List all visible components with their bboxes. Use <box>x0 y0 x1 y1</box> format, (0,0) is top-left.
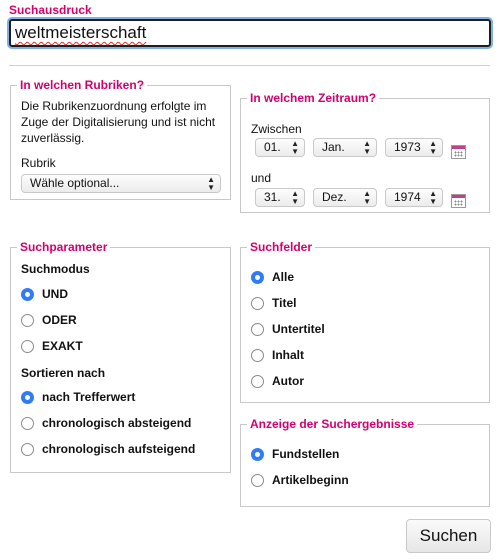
calendar-icon[interactable] <box>451 194 466 208</box>
radio-button[interactable] <box>251 375 264 388</box>
suchfeld-option-label: Untertitel <box>272 322 325 336</box>
to-day-select[interactable]: 31. ▲ ▼ <box>255 188 305 207</box>
rubriken-info-line3: zuverlässig. <box>21 131 85 145</box>
from-day-select[interactable]: 01. ▲ ▼ <box>255 138 305 157</box>
calendar-icon[interactable] <box>451 145 466 159</box>
select-arrows-icon: ▲ ▼ <box>291 139 299 156</box>
to-label: und <box>251 171 272 185</box>
search-label: Suchausdruck <box>9 3 92 17</box>
radio-button[interactable] <box>251 474 264 487</box>
from-label: Zwischen <box>251 122 302 136</box>
zeitraum-legend: In welchem Zeitraum? <box>247 91 380 105</box>
select-arrows-icon: ▲ ▼ <box>429 189 437 206</box>
rubriken-info-line1: Die Rubrikenzuordnung erfolgte im <box>21 99 207 113</box>
to-month-value: Dez. <box>322 190 347 204</box>
select-arrows-icon: ▲ ▼ <box>363 189 371 206</box>
from-year-select[interactable]: 1973 ▲ ▼ <box>385 138 443 157</box>
suchfeld-option-label: Titel <box>272 296 297 310</box>
zeitraum-fieldset: In welchem Zeitraum? Zwischen 01. ▲ ▼ Jan… <box>240 91 490 213</box>
radio-button[interactable] <box>251 448 264 461</box>
suchmodus-heading: Suchmodus <box>21 262 90 276</box>
sort-option-label: nach Trefferwert <box>42 390 136 404</box>
from-day-value: 01. <box>264 140 281 154</box>
suchfelder-fieldset: Suchfelder Alle Titel Untertitel Inhalt Auto… <box>240 240 490 403</box>
radio-button[interactable] <box>21 340 34 353</box>
from-month-value: Jan. <box>322 140 345 154</box>
rubrik-label: Rubrik <box>21 156 56 170</box>
anzeige-fieldset: Anzeige der Suchergebnisse Fundstellen Ar… <box>240 417 490 507</box>
suchfelder-legend: Suchfelder <box>247 240 316 254</box>
radio-button[interactable] <box>251 349 264 362</box>
sort-option-label: chronologisch aufsteigend <box>42 442 196 456</box>
suchmodus-option-label: UND <box>42 287 68 301</box>
radio-button[interactable] <box>21 391 34 404</box>
rubrik-select-value: Wähle optional... <box>30 176 120 190</box>
suchfeld-option-label: Alle <box>272 270 295 284</box>
suchmodus-option-label: EXAKT <box>42 339 83 353</box>
radio-button[interactable] <box>21 288 34 301</box>
radio-button[interactable] <box>21 314 34 327</box>
select-arrows-icon: ▲ ▼ <box>363 139 371 156</box>
from-month-select[interactable]: Jan. ▲ ▼ <box>313 138 377 157</box>
anzeige-legend: Anzeige der Suchergebnisse <box>247 417 418 431</box>
search-input[interactable]: weltmeisterschaft <box>9 19 491 47</box>
select-arrows-icon: ▲ ▼ <box>291 189 299 206</box>
sort-heading: Sortieren nach <box>21 366 106 380</box>
anzeige-option-label: Fundstellen <box>272 447 340 461</box>
suchfeld-option-label: Autor <box>272 374 304 388</box>
search-input-value: weltmeisterschaft <box>15 23 147 42</box>
radio-button[interactable] <box>21 417 34 430</box>
radio-button[interactable] <box>251 271 264 284</box>
to-day-value: 31. <box>264 190 281 204</box>
suchmodus-option-label: ODER <box>42 313 77 327</box>
to-month-select[interactable]: Dez. ▲ ▼ <box>313 188 377 207</box>
rubriken-fieldset: In welchen Rubriken? Die Rubrikenzuordnu… <box>10 78 231 200</box>
select-arrows-icon: ▲ ▼ <box>207 175 215 192</box>
suchparameter-legend: Suchparameter <box>17 240 111 254</box>
radio-button[interactable] <box>21 443 34 456</box>
from-year-value: 1973 <box>394 140 421 154</box>
to-year-value: 1974 <box>394 190 421 204</box>
divider <box>9 65 490 66</box>
rubriken-legend: In welchen Rubriken? <box>17 78 148 92</box>
anzeige-option-label: Artikelbeginn <box>272 473 349 487</box>
rubrik-select[interactable]: Wähle optional... ▲ ▼ <box>21 174 221 193</box>
suchparameter-fieldset: Suchparameter Suchmodus UND ODER EXAKT Sor… <box>10 240 231 473</box>
search-submit-button[interactable]: Suchen <box>406 519 491 553</box>
sort-option-label: chronologisch absteigend <box>42 416 192 430</box>
suchfeld-option-label: Inhalt <box>272 348 304 362</box>
rubriken-info-line2: Zuge der Digitalisierung und ist nicht <box>21 115 216 129</box>
radio-button[interactable] <box>251 297 264 310</box>
radio-button[interactable] <box>251 323 264 336</box>
to-year-select[interactable]: 1974 ▲ ▼ <box>385 188 443 207</box>
select-arrows-icon: ▲ ▼ <box>429 139 437 156</box>
